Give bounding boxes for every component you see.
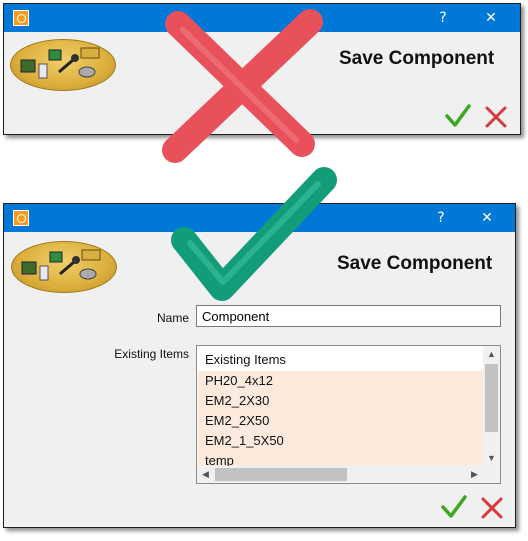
scrollbar-corner xyxy=(483,466,500,483)
bottom-dialog-titlebar[interactable]: ? ✕ xyxy=(4,204,515,232)
existing-items-list[interactable]: Existing Items PH20_4x12 EM2_2X30 EM2_2X… xyxy=(196,345,501,484)
scroll-down-icon[interactable]: ▼ xyxy=(483,450,500,467)
component-logo-icon xyxy=(10,39,116,91)
name-input[interactable] xyxy=(196,305,501,327)
horizontal-scrollbar[interactable]: ◀ ▶ xyxy=(197,466,483,483)
component-tools-icon xyxy=(21,249,101,281)
app-icon xyxy=(13,10,29,26)
app-icon xyxy=(13,210,29,226)
dialog-title: Save Component xyxy=(337,253,493,274)
close-button[interactable]: ✕ xyxy=(470,4,512,32)
help-button[interactable]: ? xyxy=(420,204,462,232)
dialog-title: Save Component xyxy=(339,48,495,69)
bottom-dialog-window: ? ✕ Save Component Name Existing Items E… xyxy=(3,203,516,528)
component-tools-icon xyxy=(20,47,100,79)
component-logo-icon xyxy=(11,241,117,293)
cancel-x-button[interactable] xyxy=(482,103,510,131)
vertical-scrollbar[interactable]: ▲ ▼ xyxy=(483,346,500,467)
help-button[interactable]: ? xyxy=(422,4,464,32)
name-label: Name xyxy=(156,311,189,325)
cancel-x-button[interactable] xyxy=(478,494,506,522)
existing-items-label: Existing Items xyxy=(114,347,189,361)
list-item[interactable]: PH20_4x12 xyxy=(198,371,484,391)
list-item[interactable]: EM2_2X30 xyxy=(198,391,484,411)
scroll-up-icon[interactable]: ▲ xyxy=(483,346,500,363)
list-rows: PH20_4x12 EM2_2X30 EM2_2X50 EM2_1_5X50 t… xyxy=(198,371,484,467)
top-dialog-window: ? ✕ Save Component xyxy=(3,3,521,135)
list-item[interactable]: EM2_1_5X50 xyxy=(198,431,484,451)
ok-checkmark-button[interactable] xyxy=(440,493,468,521)
list-item[interactable]: EM2_2X50 xyxy=(198,411,484,431)
ok-checkmark-button[interactable] xyxy=(444,102,472,130)
scroll-right-icon[interactable]: ▶ xyxy=(466,466,483,483)
top-dialog-titlebar[interactable]: ? ✕ xyxy=(4,4,520,32)
list-item[interactable]: temp xyxy=(198,451,484,467)
vertical-scroll-thumb[interactable] xyxy=(485,364,498,432)
horizontal-scroll-thumb[interactable] xyxy=(215,468,347,481)
close-button[interactable]: ✕ xyxy=(466,204,508,232)
list-header: Existing Items xyxy=(205,352,286,367)
scroll-left-icon[interactable]: ◀ xyxy=(197,466,214,483)
